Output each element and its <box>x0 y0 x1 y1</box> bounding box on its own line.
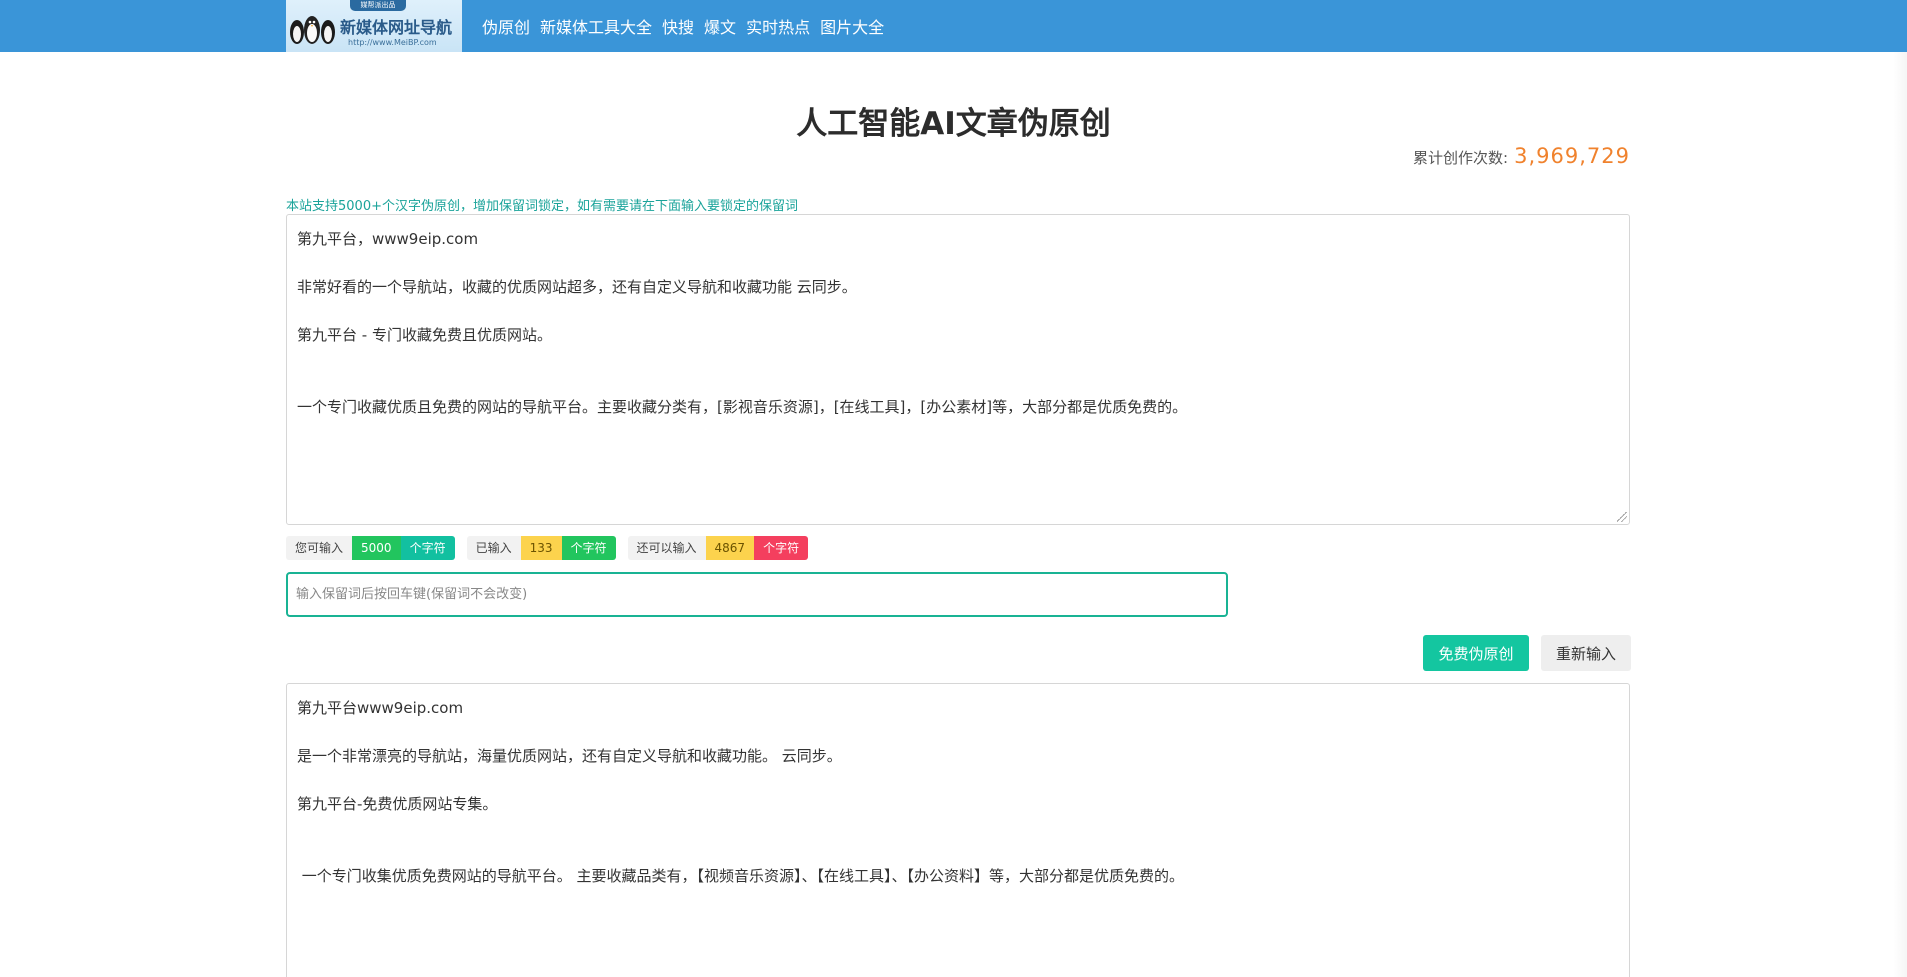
rewrite-button[interactable]: 免费伪原创 <box>1423 635 1529 671</box>
can-input-label: 您可输入 <box>286 536 353 560</box>
entered-value: 133 <box>520 536 562 560</box>
nav-item-quick-search[interactable]: 快搜 <box>662 14 694 38</box>
page-edge-shadow <box>1893 52 1907 977</box>
output-line: 第九平台-免费优质网站专集。 <box>297 795 498 813</box>
creation-counter: 累计创作次数: 3,969,729 <box>1413 144 1630 168</box>
output-line <box>297 720 1619 744</box>
output-line <box>297 768 1619 792</box>
output-line: 是一个非常漂亮的导航站，海量优质网站，还有自定义导航和收藏功能。 云同步。 <box>297 747 842 765</box>
counter-value: 3,969,729 <box>1514 144 1630 168</box>
reset-button[interactable]: 重新输入 <box>1541 635 1631 671</box>
site-logo[interactable]: 媒帮派出品 新媒体网址导航 http://www.MeiBP.com <box>286 0 462 52</box>
keep-words-hint: 本站支持5000+个汉字伪原创，增加保留词锁定，如有需要请在下面输入要锁定的保留… <box>286 199 798 214</box>
source-line <box>297 347 1619 371</box>
output-line: 一个专门收集优质免费网站的导航平台。 主要收藏品类有，【视频音乐资源】、【在线工… <box>297 867 1185 885</box>
logo-tagline: 媒帮派出品 <box>350 0 406 11</box>
source-line: 一个专门收藏优质且免费的网站的导航平台。主要收藏分类有，[影视音乐资源]，[在线… <box>297 398 1188 416</box>
remaining-label: 还可以输入 <box>627 536 706 560</box>
entered-unit: 个字符 <box>561 536 616 560</box>
remaining-unit: 个字符 <box>754 536 809 560</box>
logo-title: 新媒体网址导航 <box>340 18 453 37</box>
can-input-badge: 您可输入 5000 个字符 <box>286 536 455 560</box>
source-line: 非常好看的一个导航站，收藏的优质网站超多，还有自定义导航和收藏功能 云同步。 <box>297 278 857 296</box>
main-nav: 伪原创 新媒体工具大全 快搜 爆文 实时热点 图片大全 <box>482 0 894 52</box>
entered-badge: 已输入 133 个字符 <box>466 536 616 560</box>
can-input-value: 5000 <box>352 536 401 560</box>
penguin-logo-icon <box>290 16 335 44</box>
nav-item-images[interactable]: 图片大全 <box>820 14 884 38</box>
source-line <box>297 371 1619 395</box>
top-navbar: 媒帮派出品 新媒体网址导航 http://www.MeiBP.com 伪原创 新… <box>0 0 1907 52</box>
source-line <box>297 299 1619 323</box>
nav-item-rewrite[interactable]: 伪原创 <box>482 14 530 38</box>
nav-item-tools[interactable]: 新媒体工具大全 <box>540 14 652 38</box>
logo-url: http://www.MeiBP.com <box>348 38 437 47</box>
counter-label: 累计创作次数: <box>1413 149 1509 167</box>
nav-item-trending[interactable]: 实时热点 <box>746 14 810 38</box>
source-line <box>297 251 1619 275</box>
remaining-value: 4867 <box>705 536 755 560</box>
resize-handle-icon[interactable] <box>1617 512 1627 522</box>
source-line: 第九平台，www9eip.com <box>297 230 479 248</box>
nav-item-hot-articles[interactable]: 爆文 <box>704 14 736 38</box>
output-text-area[interactable]: 第九平台www9eip.com 是一个非常漂亮的导航站，海量优质网站，还有自定义… <box>286 683 1630 977</box>
entered-label: 已输入 <box>466 536 521 560</box>
char-counts: 您可输入 5000 个字符 已输入 133 个字符 还可以输入 4867 个字符 <box>286 536 820 560</box>
remaining-badge: 还可以输入 4867 个字符 <box>627 536 809 560</box>
output-line <box>297 816 1619 840</box>
can-input-unit: 个字符 <box>400 536 455 560</box>
page-title: 人工智能AI文章伪原创 <box>796 106 1111 142</box>
source-text-area[interactable]: 第九平台，www9eip.com 非常好看的一个导航站，收藏的优质网站超多，还有… <box>286 214 1630 525</box>
source-line: 第九平台 - 专门收藏免费且优质网站。 <box>297 326 552 344</box>
keep-words-input[interactable] <box>286 572 1228 617</box>
output-line: 第九平台www9eip.com <box>297 699 464 717</box>
output-line <box>297 840 1619 864</box>
